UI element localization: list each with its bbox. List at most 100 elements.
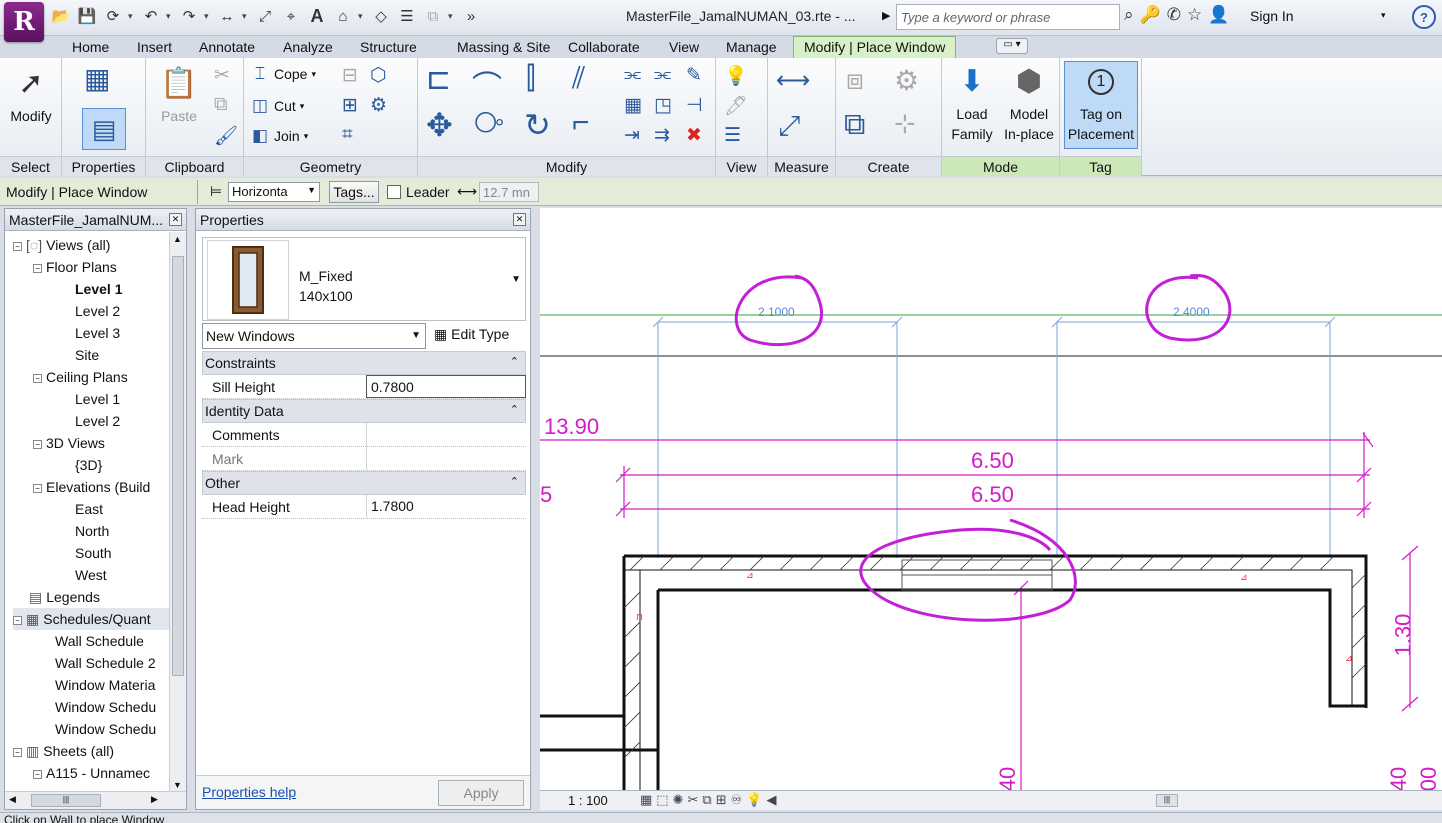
group-other[interactable]: Other ⌃: [202, 471, 526, 495]
show-crop-icon[interactable]: ⊞: [716, 792, 731, 807]
tree-item[interactable]: Wall Schedule: [55, 630, 144, 652]
scroll-left-icon[interactable]: ◀: [766, 792, 780, 807]
close-hidden-windows-icon[interactable]: ⧉: [422, 4, 444, 28]
split-element-icon[interactable]: ⫘: [624, 64, 641, 86]
redo-icon[interactable]: ↷: [178, 4, 200, 28]
temporary-hide-icon[interactable]: ♾: [731, 792, 747, 807]
tab-manage[interactable]: Manage: [726, 39, 777, 55]
tree-item[interactable]: − [◌] Views (all): [13, 234, 110, 256]
save-icon[interactable]: 💾: [76, 4, 98, 28]
browser-vertical-scrollbar[interactable]: ▲ ▼: [169, 232, 186, 792]
linework-icon[interactable]: ☰: [724, 124, 741, 147]
scroll-right-icon[interactable]: ▶: [151, 794, 158, 805]
chevron-down-icon[interactable]: ▾: [128, 11, 136, 22]
collapse-chevron-icon[interactable]: ⌃: [510, 355, 519, 368]
model-in-place-button[interactable]: ⬢ Model In-place: [1000, 62, 1058, 144]
match-type-icon[interactable]: 🖌: [214, 124, 238, 148]
tree-item[interactable]: {3D}: [75, 454, 102, 476]
create-similar-icon[interactable]: ⊹: [894, 108, 916, 139]
paint-icon[interactable]: ⚙: [370, 94, 387, 117]
cut-icon[interactable]: ✂: [214, 64, 230, 87]
copy-icon[interactable]: ⧉: [214, 94, 228, 116]
shadows-icon[interactable]: ✂: [688, 792, 703, 807]
measure-icon[interactable]: ↔: [216, 4, 238, 28]
trim-multiple-icon[interactable]: ⇉: [654, 124, 670, 147]
trim-extend-icon[interactable]: ⌐: [572, 106, 590, 140]
instance-filter-select[interactable]: New Windows ▼: [202, 323, 426, 349]
user-icon[interactable]: 👤: [1208, 5, 1229, 25]
sync-icon[interactable]: ⟳: [102, 4, 124, 28]
tab-annotate[interactable]: Annotate: [199, 39, 255, 55]
scroll-left-icon[interactable]: ◀: [9, 794, 16, 805]
wall-joins-icon[interactable]: ⊟: [342, 64, 358, 87]
modify-button[interactable]: ➚ Modify: [4, 64, 58, 126]
collapse-icon[interactable]: −: [13, 616, 22, 625]
section-icon[interactable]: ◇: [370, 4, 392, 28]
tab-home[interactable]: Home: [72, 39, 109, 55]
tree-item[interactable]: Wall Schedule 2: [55, 652, 156, 674]
binoculars-icon[interactable]: ⌕: [1124, 5, 1134, 25]
reveal-hidden-icon[interactable]: 💡: [746, 792, 766, 807]
mirror-axis-icon[interactable]: ⫿: [526, 62, 536, 96]
create-parts-icon[interactable]: ⚙: [894, 64, 919, 97]
properties-toggle-button[interactable]: ▤: [82, 108, 126, 150]
text-icon[interactable]: A: [306, 4, 328, 28]
tree-item[interactable]: − A115 - Unnamec: [33, 762, 150, 784]
copy-element-icon[interactable]: ⧂: [474, 106, 504, 140]
aligned-dimension-icon[interactable]: ⤢: [254, 4, 276, 28]
mark-input[interactable]: [366, 447, 526, 470]
tree-item[interactable]: − ▥ Sheets (all): [13, 740, 114, 762]
type-selector[interactable]: M_Fixed 140x100 ▼: [202, 237, 526, 321]
search-input[interactable]: Type a keyword or phrase: [896, 4, 1120, 30]
undo-icon[interactable]: ↶: [140, 4, 162, 28]
application-menu-button[interactable]: R: [4, 2, 44, 42]
chevron-down-icon[interactable]: ▾: [166, 11, 174, 22]
close-icon[interactable]: ✕: [169, 213, 182, 226]
tags-button[interactable]: Tags...: [329, 181, 379, 203]
delete-icon[interactable]: ✖: [686, 124, 702, 147]
scroll-thumb[interactable]: |||: [31, 794, 101, 807]
chevron-down-icon[interactable]: ▾: [242, 11, 250, 22]
tab-structure[interactable]: Structure: [360, 39, 417, 55]
tree-item[interactable]: Level 2: [75, 300, 120, 322]
temporary-dimension-right[interactable]: 2.4000: [1173, 305, 1210, 319]
apply-button[interactable]: Apply: [438, 780, 524, 806]
tree-item[interactable]: North: [75, 520, 109, 542]
chevron-down-icon[interactable]: ▼: [511, 274, 521, 285]
collapse-chevron-icon[interactable]: ⌃: [510, 403, 519, 416]
collapse-icon[interactable]: −: [33, 770, 42, 779]
head-height-input[interactable]: 1.7800: [366, 495, 526, 518]
type-properties-icon[interactable]: ▦: [84, 62, 110, 95]
split-gap-icon[interactable]: ⫘: [654, 64, 671, 86]
tree-item[interactable]: Window Schedu: [55, 718, 156, 740]
override-graphics-icon[interactable]: 🖊: [724, 94, 748, 118]
tree-item[interactable]: − Elevations (Build: [33, 476, 150, 498]
collapse-icon[interactable]: −: [33, 264, 42, 273]
tag-icon[interactable]: ⌖: [280, 4, 302, 28]
collapse-chevron-icon[interactable]: ⌃: [510, 475, 519, 488]
play-icon[interactable]: ▶: [882, 9, 890, 22]
collapse-icon[interactable]: −: [33, 484, 42, 493]
pin-icon[interactable]: ⊣: [686, 94, 703, 117]
tree-item[interactable]: East: [75, 498, 103, 520]
chevron-down-icon[interactable]: ▾: [358, 11, 366, 22]
tree-item[interactable]: − ▦ Schedules/Quant: [13, 608, 170, 630]
cope-button[interactable]: ⌶ Cope ▾: [250, 64, 316, 84]
collapse-icon[interactable]: −: [13, 242, 22, 251]
tree-item[interactable]: Window Schedu: [55, 696, 156, 718]
tab-insert[interactable]: Insert: [137, 39, 172, 55]
create-assembly-icon[interactable]: ⧈: [846, 64, 864, 97]
array-icon[interactable]: ▦: [624, 94, 642, 117]
scroll-down-icon[interactable]: ▼: [173, 780, 182, 790]
aligned-dimension-icon[interactable]: ⤢: [778, 110, 800, 143]
help-icon[interactable]: ?: [1412, 5, 1436, 29]
collapse-icon[interactable]: −: [13, 748, 22, 757]
align-icon[interactable]: ⊏: [426, 62, 451, 97]
favorites-icon[interactable]: ☆: [1187, 5, 1202, 25]
tree-item[interactable]: Level 2: [75, 410, 120, 432]
tab-massing-site[interactable]: Massing & Site: [457, 39, 550, 55]
tree-item[interactable]: −3D Views: [33, 432, 105, 454]
tag-on-placement-button[interactable]: 1 Tag on Placement: [1064, 61, 1138, 149]
overflow-icon[interactable]: »: [460, 4, 482, 28]
crop-view-icon[interactable]: ⧉: [702, 792, 715, 807]
